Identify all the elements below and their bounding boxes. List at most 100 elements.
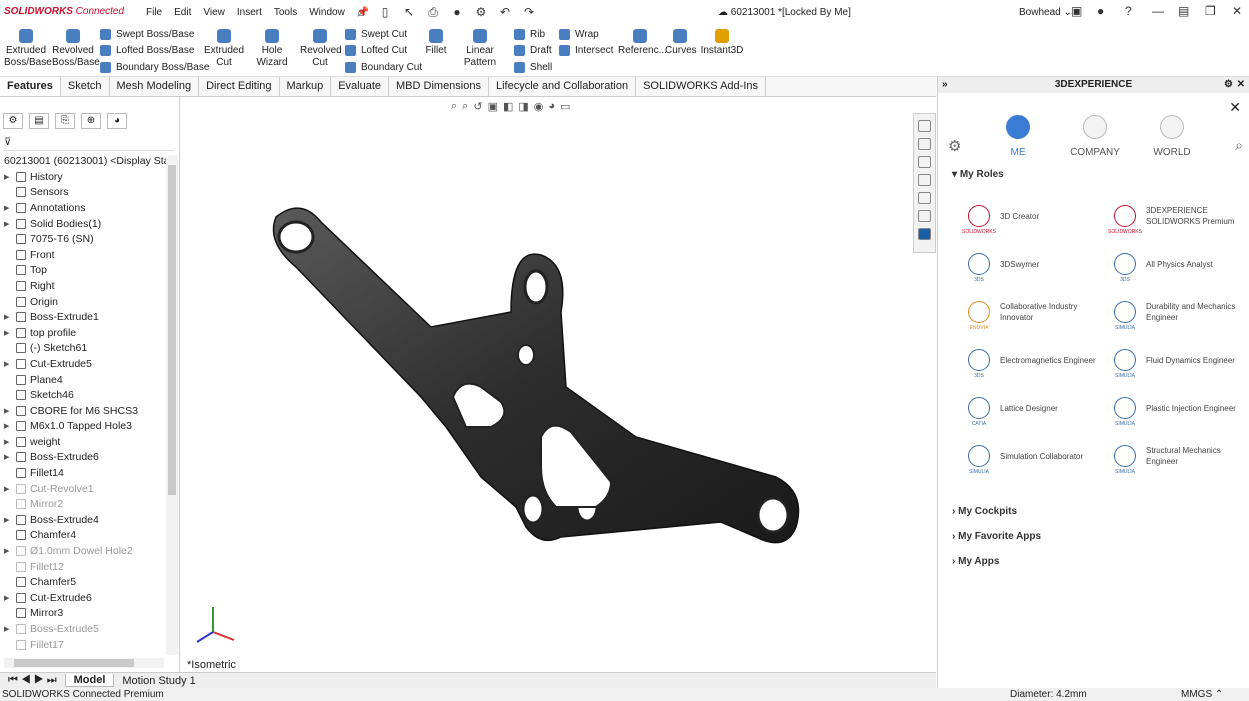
tree-item[interactable]: ▶ Boss-Extrude1: [4, 309, 166, 325]
linear-pattern-button[interactable]: Linear Pattern: [451, 29, 509, 69]
role-item[interactable]: SIMULIA Structural Mechanics Engineer: [1114, 445, 1249, 475]
role-item[interactable]: ENOVIA Collaborative Industry Innovator: [968, 301, 1108, 331]
role-item[interactable]: SIMULIA Simulation Collaborator: [968, 445, 1108, 475]
tree-item[interactable]: Fillet12: [4, 559, 166, 575]
expand-arrow-icon[interactable]: ▶: [4, 204, 16, 212]
minimize-icon[interactable]: —: [1152, 4, 1164, 18]
expand-arrow-icon[interactable]: ▶: [4, 516, 16, 524]
role-item[interactable]: SOLIDWORKS 3D Creator: [962, 205, 1108, 235]
tree-item[interactable]: Fillet14: [4, 465, 166, 481]
expand-arrow-icon[interactable]: ▶: [4, 422, 16, 430]
expand-arrow-icon[interactable]: ▶: [4, 625, 16, 633]
my-cockpits-header[interactable]: › My Cockpits: [952, 506, 1017, 517]
design-library-icon[interactable]: [918, 138, 931, 150]
part-model[interactable]: [181, 97, 913, 672]
role-item[interactable]: SIMULIA Fluid Dynamics Engineer: [1114, 349, 1249, 379]
new-file-icon[interactable]: ▯: [376, 4, 394, 20]
tree-item[interactable]: Fillet17: [4, 637, 166, 653]
tab-mesh-modeling[interactable]: Mesh Modeling: [110, 77, 200, 96]
print-icon[interactable]: ⎙: [424, 4, 442, 20]
help-icon[interactable]: ?: [1125, 4, 1132, 18]
expand-arrow-icon[interactable]: ▶: [4, 313, 16, 321]
tab-sketch[interactable]: Sketch: [61, 77, 110, 96]
menu-edit[interactable]: Edit: [168, 7, 197, 18]
property-manager-icon[interactable]: ▤: [29, 113, 49, 129]
tree-item[interactable]: ▶ Ø1.0mm Dowel Hole2: [4, 543, 166, 559]
tree-item[interactable]: (-) Sketch61: [4, 341, 166, 357]
extruded-boss-button[interactable]: Extruded Boss/Base: [4, 29, 52, 69]
tab-evaluate[interactable]: Evaluate: [331, 77, 390, 96]
fillet-button[interactable]: Fillet: [424, 29, 448, 57]
lofted-cut-button[interactable]: Lofted Cut: [345, 45, 407, 56]
tree-item[interactable]: ▶ Boss-Extrude4: [4, 512, 166, 528]
tree-item[interactable]: Sensors: [4, 185, 166, 201]
boundary-cut-button[interactable]: Boundary Cut: [345, 62, 422, 73]
file-explorer-icon[interactable]: [918, 156, 931, 168]
tree-item[interactable]: ▶ Solid Bodies(1): [4, 216, 166, 232]
expand-arrow-icon[interactable]: ▶: [4, 594, 16, 602]
rib-button[interactable]: Rib: [514, 29, 545, 40]
search-icon[interactable]: ⌕: [1235, 137, 1243, 154]
role-item[interactable]: SOLIDWORKS 3DEXPERIENCE SOLIDWORKS Premiu…: [1108, 205, 1249, 235]
view-palette-icon[interactable]: [918, 210, 931, 222]
nav-world[interactable]: WORLD: [1142, 115, 1202, 158]
expand-arrow-icon[interactable]: ▶: [4, 173, 16, 181]
rebuild-icon[interactable]: ●: [448, 4, 466, 20]
expand-arrow-icon[interactable]: ▶: [4, 547, 16, 555]
swept-cut-button[interactable]: Swept Cut: [345, 29, 407, 40]
expand-arrow-icon[interactable]: ▶: [4, 438, 16, 446]
revolved-boss-button[interactable]: Revolved Boss/Base: [52, 29, 100, 69]
graphics-area[interactable]: ⌕ ⌕ ↺ ▣ ◧ ◨ ◉ ◕ ▭ *Isometric: [181, 97, 913, 672]
configuration-manager-icon[interactable]: ⎘: [55, 113, 75, 129]
lofted-boss-button[interactable]: Lofted Boss/Base: [100, 45, 194, 56]
nav-arrows[interactable]: ⏮ ◀ ▶ ⏭: [0, 674, 65, 687]
my-roles-header[interactable]: ▾ My Roles: [952, 169, 1004, 180]
tree-vertical-scrollbar[interactable]: [166, 155, 178, 655]
menu-insert[interactable]: Insert: [231, 7, 268, 18]
tab-addins[interactable]: SOLIDWORKS Add-Ins: [636, 77, 767, 96]
settings-gear-icon[interactable]: ⚙: [948, 137, 961, 155]
panel-collapse-icon[interactable]: »: [942, 77, 948, 93]
avatar[interactable]: ●: [1097, 4, 1104, 18]
terminal-icon[interactable]: ▣: [1071, 4, 1082, 18]
draft-button[interactable]: Draft: [514, 45, 552, 56]
display-manager-icon[interactable]: ◕: [107, 113, 127, 129]
reference-geometry-button[interactable]: Referenc...: [618, 29, 667, 57]
feature-manager-icon[interactable]: ⚙: [3, 113, 23, 129]
expand-arrow-icon[interactable]: ▶: [4, 453, 16, 461]
menu-tools[interactable]: Tools: [268, 7, 303, 18]
extruded-cut-button[interactable]: Extruded Cut: [204, 29, 244, 69]
expand-arrow-icon[interactable]: ▶: [4, 407, 16, 415]
my-apps-header[interactable]: › My Apps: [952, 556, 999, 567]
user-name[interactable]: Bowhead ⌄: [1019, 7, 1072, 18]
role-item[interactable]: CATIA Lattice Designer: [968, 397, 1108, 427]
role-item[interactable]: SIMULIA Durability and Mechanics Engineer: [1114, 301, 1249, 331]
layout-icon[interactable]: ▤: [1178, 4, 1189, 18]
instant3d-button[interactable]: Instant3D: [700, 29, 744, 57]
tree-item[interactable]: Mirror2: [4, 496, 166, 512]
swept-boss-button[interactable]: Swept Boss/Base: [100, 29, 194, 40]
home-icon[interactable]: ⌂: [352, 4, 370, 20]
tree-item[interactable]: ▶ History: [4, 169, 166, 185]
tab-lifecycle[interactable]: Lifecycle and Collaboration: [489, 77, 637, 96]
panel-settings-icon[interactable]: ⚙: [1224, 77, 1233, 93]
close-icon[interactable]: ✕: [1232, 4, 1242, 18]
menu-file[interactable]: File: [140, 7, 168, 18]
options-icon[interactable]: ⚙: [472, 4, 490, 20]
tree-item[interactable]: Origin: [4, 294, 166, 310]
tree-item[interactable]: ▶ M6x1.0 Tapped Hole3: [4, 419, 166, 435]
tree-item[interactable]: Sketch46: [4, 387, 166, 403]
expand-arrow-icon[interactable]: ▶: [4, 360, 16, 368]
panel-pin-icon[interactable]: ✕: [1237, 77, 1245, 93]
tree-item[interactable]: ▶ Cut-Extrude6: [4, 590, 166, 606]
wrap-button[interactable]: Wrap: [559, 29, 599, 40]
tree-item[interactable]: ▶ Cut-Extrude5: [4, 356, 166, 372]
3dexperience-icon[interactable]: [918, 228, 931, 240]
shell-button[interactable]: Shell: [514, 62, 552, 73]
tree-item[interactable]: ▶ weight: [4, 434, 166, 450]
undo-icon[interactable]: ↶: [496, 4, 514, 20]
tree-item[interactable]: 7075-T6 (SN): [4, 231, 166, 247]
boundary-boss-button[interactable]: Boundary Boss/Base: [100, 62, 209, 73]
role-item[interactable]: 3DS All Physics Analyst: [1114, 253, 1249, 283]
tree-item[interactable]: Chamfer4: [4, 528, 166, 544]
